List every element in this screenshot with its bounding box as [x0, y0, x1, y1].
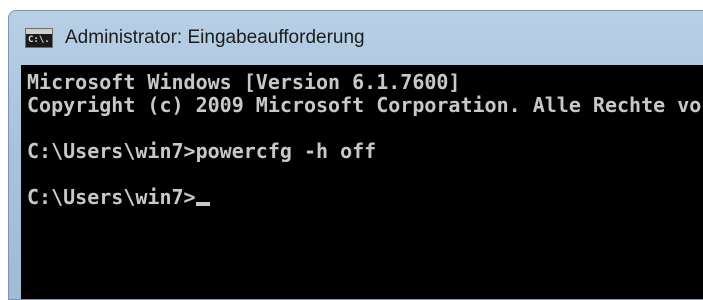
command-prompt-window: C:\. Administrator: Eingabeaufforderung …: [8, 10, 703, 300]
text-cursor: [195, 202, 210, 206]
window-title: Administrator: Eingabeaufforderung: [65, 27, 365, 48]
title-bar[interactable]: C:\. Administrator: Eingabeaufforderung: [9, 11, 703, 65]
icon-label: C:\.: [28, 35, 50, 45]
console-line: Copyright (c) 2009 Microsoft Corporation…: [27, 93, 703, 117]
icon-title-strip: [26, 29, 52, 34]
console-prompt: C:\Users\win7>: [27, 185, 196, 209]
cmd-console-icon[interactable]: C:\.: [25, 28, 53, 48]
console-prompt-line[interactable]: C:\Users\win7>: [27, 186, 703, 209]
console-line: Microsoft Windows [Version 6.1.7600]: [27, 70, 461, 94]
console-line: C:\Users\win7>powercfg -h off: [27, 139, 377, 163]
console-output[interactable]: Microsoft Windows [Version 6.1.7600] Cop…: [21, 65, 703, 299]
